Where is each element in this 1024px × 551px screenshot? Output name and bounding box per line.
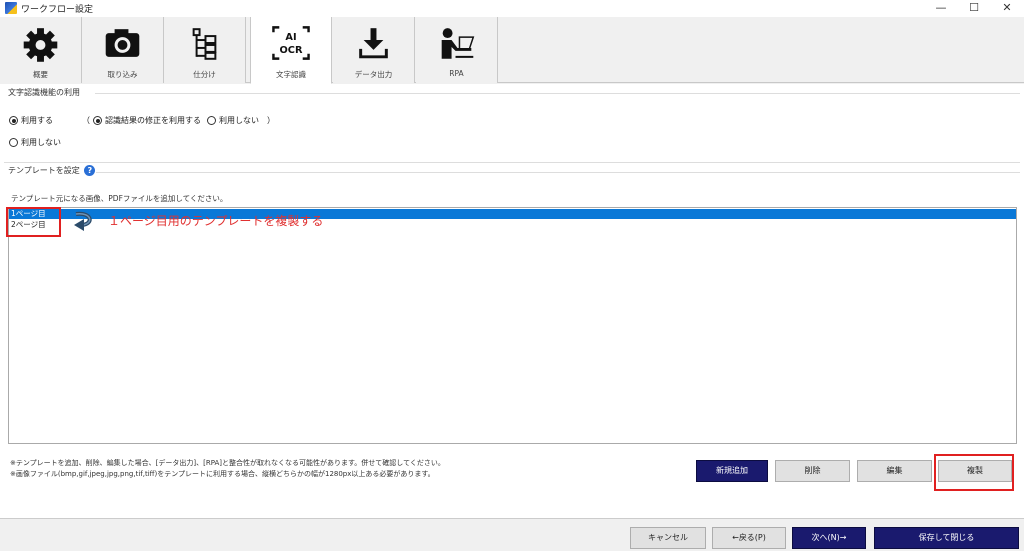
camera-icon	[105, 29, 140, 57]
footer-bar: キャンセル ←戻る(P) 次へ(N)→ 保存して閉じる	[0, 518, 1024, 551]
footnote-2: ※画像ファイル(bmp,gif,jpeg,jpg,png,tif,tiff)をテ…	[10, 470, 435, 478]
radio-indicator	[9, 138, 18, 147]
curved-arrow-icon	[74, 211, 92, 231]
cancel-button[interactable]: キャンセル	[630, 527, 706, 549]
radio-not-use[interactable]: 利用しない	[9, 137, 61, 148]
annotation-text: １ページ目用のテンプレートを複製する	[108, 214, 324, 228]
add-new-button[interactable]: 新規追加	[696, 460, 768, 482]
gear-icon	[23, 28, 58, 62]
main-panel: 文字認識機能の利用 利用する （ 認識結果の修正を利用する 利用しない ） 利用…	[0, 84, 1024, 518]
ai-ocr-icon: AI OCR	[272, 26, 310, 60]
close-button[interactable]: ✕	[992, 0, 1022, 17]
template-instruction: テンプレート元になる画像、PDFファイルを追加してください。	[11, 194, 228, 203]
tab-label: 仕分け	[193, 70, 216, 79]
title-bar: ワークフロー設定 — ☐ ✕	[0, 0, 1024, 17]
radio-no-correction-label: 利用しない	[219, 116, 259, 125]
download-icon	[359, 28, 388, 59]
tab-label: 文字認識	[276, 70, 306, 79]
divider	[96, 172, 1020, 173]
tab-strip: 概要 取り込み 仕分け AI OCR 文字認識 データ出力 RPA	[0, 17, 1024, 84]
radio-use[interactable]: 利用する	[9, 115, 53, 126]
tab-ocr[interactable]: AI OCR 文字認識	[250, 17, 332, 84]
back-button[interactable]: ←戻る(P)	[712, 527, 786, 549]
tab-data-output[interactable]: データ出力	[333, 17, 415, 83]
template-section-title: テンプレートを設定 ?	[8, 165, 96, 176]
tab-sort[interactable]: 仕分け	[164, 17, 246, 83]
template-list[interactable]: 1ページ目 2ページ目	[8, 207, 1017, 444]
next-button[interactable]: 次へ(N)→	[792, 527, 866, 549]
window-title: ワークフロー設定	[21, 5, 94, 15]
radio-correction-indicator[interactable]	[93, 116, 102, 125]
tab-rpa[interactable]: RPA	[416, 17, 498, 83]
tab-overview[interactable]: 概要	[0, 17, 82, 83]
footnote-1: ※テンプレートを追加、削除、編集した場合、[データ出力]、[RPA]と整合性が取…	[10, 459, 445, 467]
tab-import[interactable]: 取り込み	[82, 17, 164, 83]
tree-icon	[192, 28, 217, 60]
save-close-button[interactable]: 保存して閉じる	[874, 527, 1019, 549]
ocr-section-title: 文字認識機能の利用	[8, 88, 80, 97]
rpa-icon	[441, 28, 475, 59]
highlight-box	[6, 207, 61, 237]
tab-label: 概要	[33, 70, 48, 79]
tab-label: RPA	[449, 69, 464, 78]
edit-button[interactable]: 編集	[857, 460, 932, 482]
divider	[95, 93, 1020, 94]
radio-correction-group: （ 認識結果の修正を利用する 利用しない ）	[82, 116, 275, 125]
radio-correction-label: 認識結果の修正を利用する	[105, 116, 201, 125]
tab-label: データ出力	[354, 70, 393, 79]
app-icon	[5, 2, 17, 14]
highlight-box	[934, 454, 1014, 491]
svg-text:AI: AI	[285, 32, 296, 43]
radio-indicator	[9, 116, 18, 125]
divider	[4, 162, 1020, 163]
radio-no-correction-indicator[interactable]	[207, 116, 216, 125]
svg-text:OCR: OCR	[280, 45, 303, 56]
delete-button[interactable]: 削除	[775, 460, 850, 482]
tab-label: 取り込み	[107, 70, 138, 79]
maximize-button[interactable]: ☐	[959, 0, 989, 17]
help-icon[interactable]: ?	[84, 165, 96, 176]
minimize-button[interactable]: —	[926, 0, 956, 17]
